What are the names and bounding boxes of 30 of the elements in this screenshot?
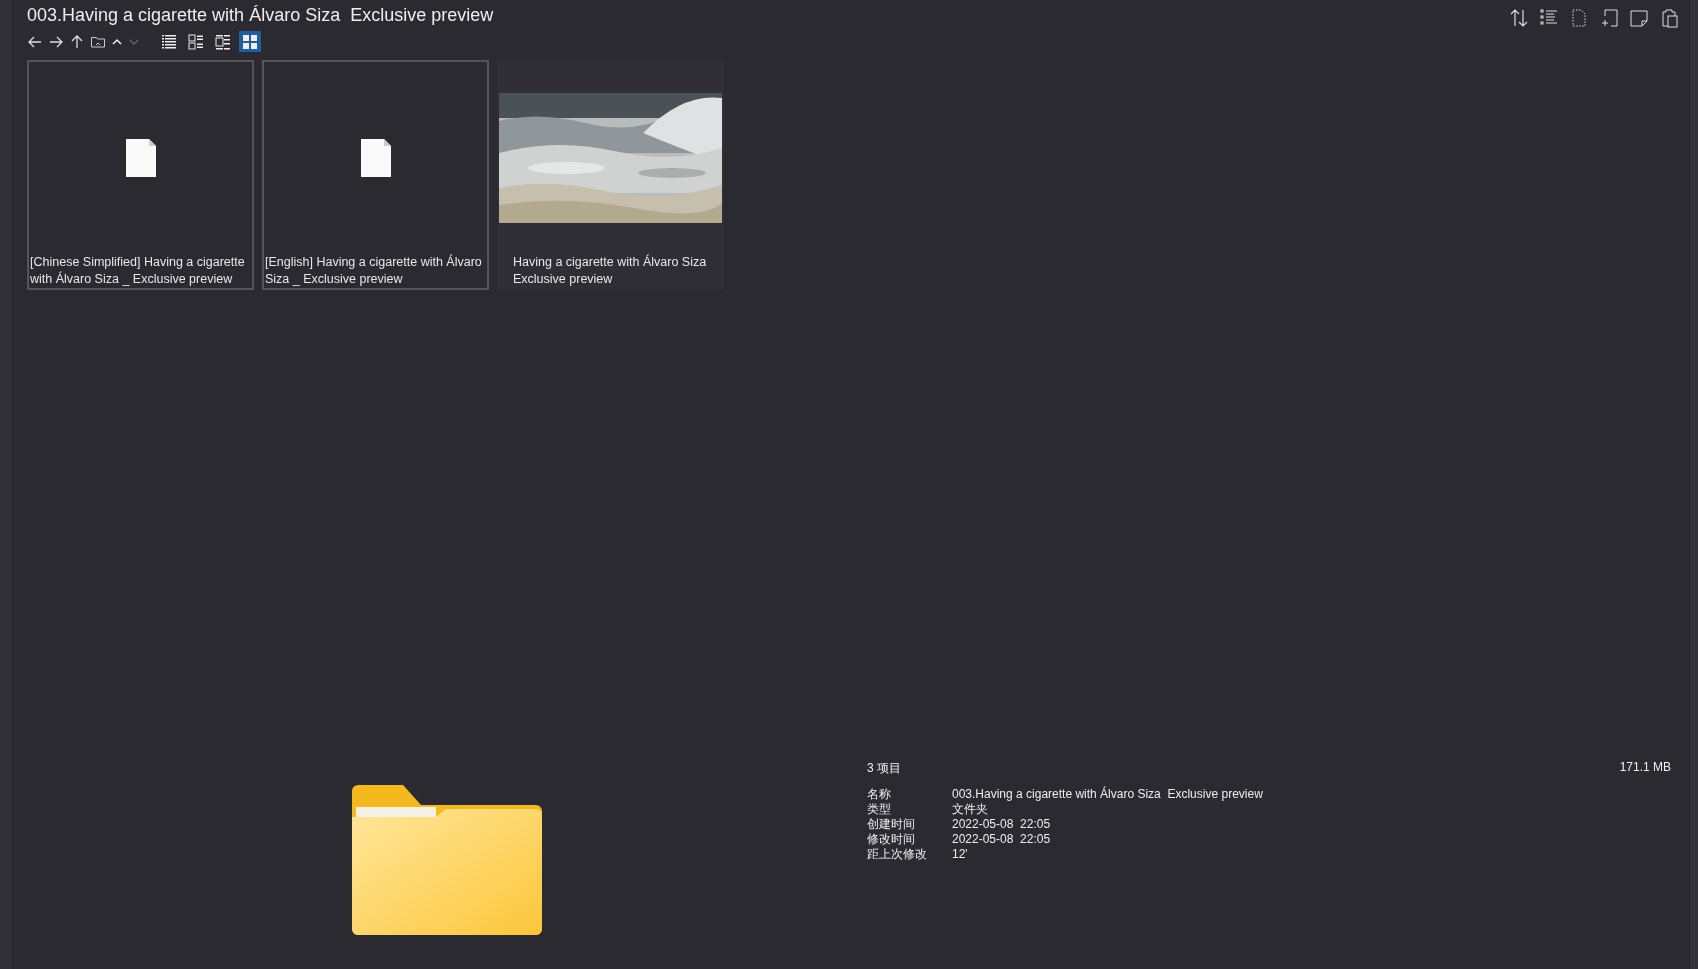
property-value: 003.Having a cigarette with Álvaro Siza Exclusive preview [952,787,1264,802]
document-icon [360,139,391,177]
property-label: 类型 [867,802,892,817]
property-label: 距上次修改 [867,847,928,862]
property-value: 2022-05-08 22:05 [952,832,1052,847]
property-value: 文件夹 [952,802,989,817]
file-tile[interactable]: [Chinese Simplified] Having a cigarette with Álvaro Siza _ Exclusive preview [27,60,254,290]
file-tile[interactable]: Having a cigarette with Álvaro Siza Exclusive preview [497,60,724,290]
property-label: 修改时间 [867,832,916,847]
item-count: 3 项目 [867,760,901,777]
file-name: Having a cigarette with Álvaro Siza Exclusive preview [512,254,708,288]
file-name: [Chinese Simplified] Having a cigarette with Álvaro Siza _ Exclusive preview [29,254,246,288]
property-value: 2022-05-08 22:05 [952,817,1052,832]
view-mode-button[interactable] [239,31,261,52]
property-value: 12' [952,847,969,862]
property-label: 名称 [867,787,892,802]
dotted-page-icon[interactable] [1569,8,1589,28]
property-label: 创建时间 [867,817,916,832]
clipboard-icon[interactable] [1659,8,1679,28]
new-page-icon[interactable] [1599,8,1619,28]
file-tile[interactable]: [English] Having a cigarette with Álvaro Siza _ Exclusive preview [262,60,489,290]
sort-icon[interactable] [1509,8,1529,28]
folder-icon [352,785,542,935]
window-title: 003.Having a cigarette with Álvaro Siza Exclusive preview [27,5,494,26]
file-name: [English] Having a cigarette with Álvaro Siza _ Exclusive preview [264,254,483,288]
up-arrow-icon[interactable] [69,33,85,50]
document-icon [125,139,156,177]
checklist-icon[interactable] [1539,8,1559,28]
total-size: 171.1 MB [1619,760,1671,776]
note-icon[interactable] [1629,8,1649,28]
